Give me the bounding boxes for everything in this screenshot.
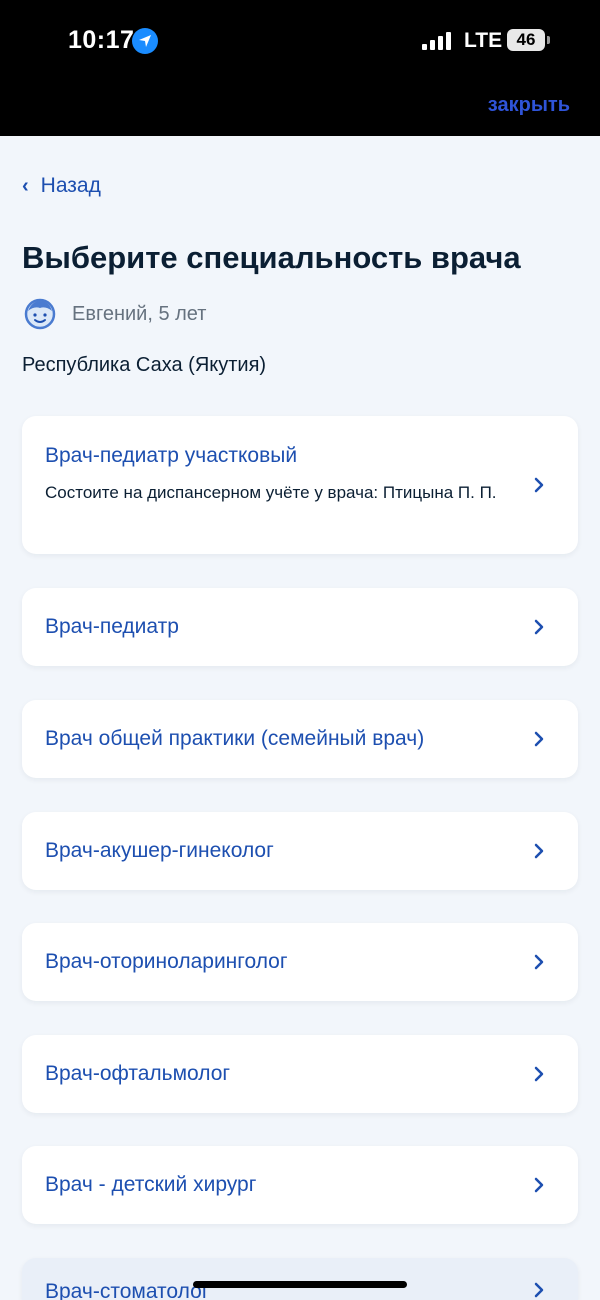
specialty-title: Врач - детский хирург bbox=[45, 1173, 257, 1196]
region-label: Республика Саха (Якутия) bbox=[22, 354, 267, 376]
child-avatar-icon bbox=[22, 296, 58, 332]
specialty-title: Врач-офтальмолог bbox=[45, 1062, 231, 1085]
chevron-right-icon bbox=[534, 1282, 544, 1298]
chevron-right-icon bbox=[534, 954, 544, 970]
patient-info: Евгений, 5 лет bbox=[22, 296, 206, 332]
specialty-title: Врач-педиатр участковый bbox=[45, 444, 298, 467]
specialty-card[interactable]: Врач общей практики (семейный врач) bbox=[22, 700, 578, 778]
chevron-right-icon bbox=[534, 619, 544, 635]
location-arrow-icon bbox=[132, 28, 158, 54]
status-bar: 10:17 LTE 46 закрыть bbox=[0, 0, 600, 136]
specialty-title: Врач-стоматолог bbox=[45, 1280, 210, 1300]
status-time: 10:17 bbox=[68, 26, 135, 54]
page-title: Выберите специальность врача bbox=[22, 240, 521, 275]
battery-icon: 46 bbox=[507, 29, 545, 51]
specialty-card[interactable]: Врач-педиатр bbox=[22, 588, 578, 666]
specialty-title: Врач-оториноларинголог bbox=[45, 950, 288, 973]
chevron-right-icon bbox=[534, 477, 544, 493]
home-indicator[interactable] bbox=[193, 1281, 407, 1288]
cellular-signal-icon bbox=[422, 32, 452, 50]
patient-name: Евгений, 5 лет bbox=[72, 302, 207, 325]
specialty-card[interactable]: Врач - детский хирург bbox=[22, 1146, 578, 1224]
specialty-title: Врач-педиатр bbox=[45, 615, 179, 638]
specialty-card[interactable]: Врач-акушер-гинеколог bbox=[22, 812, 578, 890]
specialty-title: Врач общей практики (семейный врач) bbox=[45, 727, 425, 750]
battery-nub bbox=[547, 36, 550, 44]
specialty-subtitle: Состоите на диспансерном учёте у врача: … bbox=[45, 483, 497, 502]
chevron-right-icon bbox=[534, 731, 544, 747]
specialty-card[interactable]: Врач-оториноларинголог bbox=[22, 923, 578, 1001]
back-label: Назад bbox=[40, 174, 101, 197]
network-type: LTE bbox=[464, 29, 503, 52]
close-button[interactable]: закрыть bbox=[488, 94, 570, 117]
specialty-card[interactable]: Врач-стоматолог bbox=[22, 1258, 578, 1300]
chevron-right-icon bbox=[534, 1066, 544, 1082]
specialty-title: Врач-акушер-гинеколог bbox=[45, 839, 274, 862]
chevron-right-icon bbox=[534, 1177, 544, 1193]
back-button[interactable]: ‹ Назад bbox=[22, 174, 101, 198]
chevron-right-icon bbox=[534, 843, 544, 859]
specialty-card[interactable]: Врач-офтальмолог bbox=[22, 1035, 578, 1113]
specialty-card[interactable]: Врач-педиатр участковый Состоите на дисп… bbox=[22, 416, 578, 554]
chevron-left-icon: ‹ bbox=[22, 174, 29, 197]
